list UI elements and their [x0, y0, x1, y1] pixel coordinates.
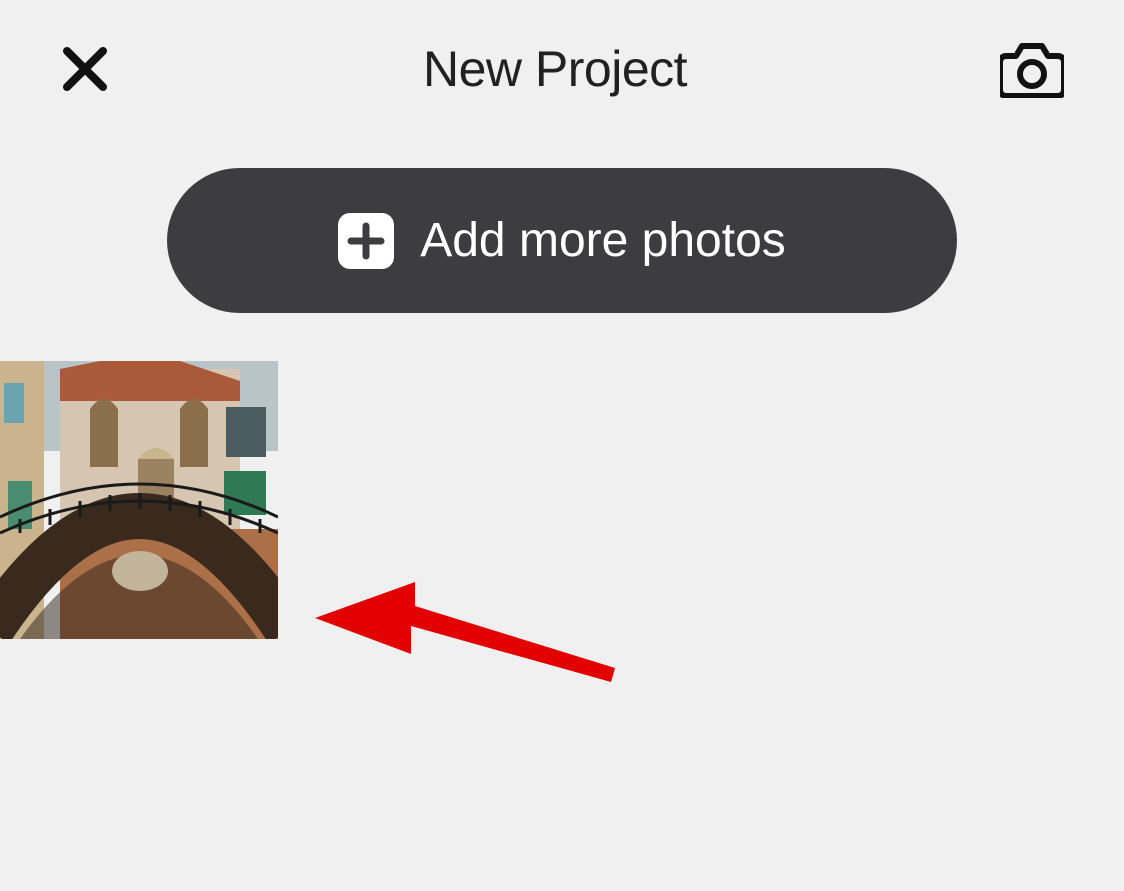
add-more-label: Add more photos	[420, 213, 786, 268]
thumbnails-row	[0, 361, 1124, 639]
header: New Project	[0, 0, 1124, 128]
page-title: New Project	[423, 40, 687, 98]
camera-button[interactable]	[1000, 40, 1064, 98]
add-more-photos-button[interactable]: Add more photos	[167, 168, 957, 313]
photo-thumbnail[interactable]	[0, 361, 278, 639]
plus-icon	[338, 213, 394, 269]
thumbnail-image	[0, 361, 278, 639]
close-icon	[63, 47, 107, 91]
add-more-container: Add more photos	[0, 168, 1124, 313]
close-button[interactable]	[60, 44, 110, 94]
camera-icon	[1000, 40, 1064, 98]
